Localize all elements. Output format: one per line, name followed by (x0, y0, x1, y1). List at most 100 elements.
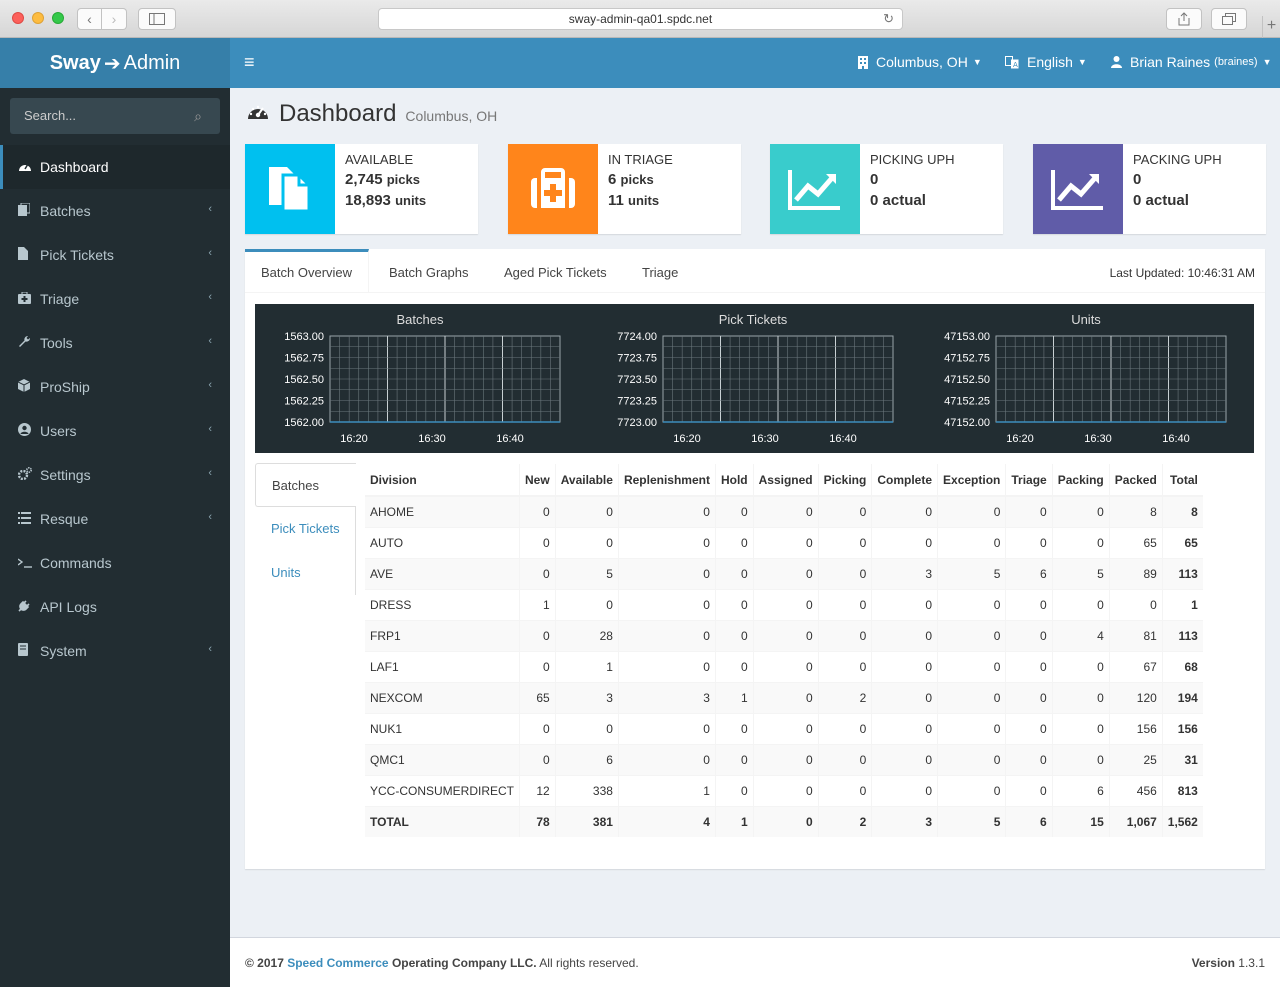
value-cell: 78 (519, 805, 556, 837)
tab-aged-pick-tickets[interactable]: Aged Pick Tickets (488, 249, 623, 293)
location-dropdown[interactable]: Columbus, OH ▼ (858, 54, 982, 70)
y-tick-label: 7723.00 (617, 417, 657, 429)
column-header[interactable]: Replenishment (617, 464, 716, 497)
tab-batch-overview[interactable]: Batch Overview (245, 249, 370, 293)
top-navbar: ≡ Columbus, OH ▼ A English ▼ Brian Raine… (230, 38, 1280, 88)
menu-toggle-icon[interactable]: ≡ (244, 53, 255, 71)
division-cell: LAF1 (365, 650, 520, 682)
caret-down-icon: ▼ (972, 57, 982, 67)
y-tick-label: 7723.25 (617, 396, 657, 408)
value-cell: 0 (752, 588, 819, 620)
value-cell: 0 (1051, 712, 1110, 744)
value-cell: 0 (937, 650, 1006, 682)
caret-down-icon: ▼ (1262, 57, 1272, 67)
chart-title: Units (1071, 312, 1101, 327)
info-box-line2-value: 11 (608, 192, 624, 209)
tabs-icon (1222, 13, 1236, 25)
line-chart-icon (770, 144, 860, 234)
column-header[interactable]: Hold (714, 464, 754, 497)
column-header[interactable]: Exception (937, 464, 1006, 497)
sidebar-item-pick-tickets[interactable]: Pick Tickets ‹ (0, 233, 230, 277)
sidebar-item-batches[interactable]: Batches ‹ (0, 189, 230, 233)
version: Version 1.3.1 (1192, 956, 1265, 970)
sidebar-icon (149, 13, 165, 25)
chevron-left-icon: ‹ (208, 247, 212, 259)
value-cell: 6 (1005, 557, 1053, 589)
info-box-line1: 0 (1133, 171, 1222, 188)
chevron-left-icon: ‹ (208, 291, 212, 303)
vtab-units[interactable]: Units (255, 551, 356, 595)
y-tick-label: 47152.25 (944, 396, 990, 408)
x-tick-label: 16:20 (1006, 433, 1034, 445)
division-cell: AHOME (365, 495, 520, 527)
column-header[interactable]: Division (365, 464, 520, 497)
value-cell: 0 (1005, 619, 1053, 651)
sidebar-item-resque[interactable]: Resque ‹ (0, 497, 230, 541)
column-header[interactable]: Total (1161, 464, 1203, 497)
value-cell: 156 (1161, 712, 1203, 744)
language-dropdown[interactable]: A English ▼ (1005, 54, 1087, 70)
table-row: NEXCOM 65 3 3 1 0 2 0 0 0 0 120 194 (365, 681, 1203, 713)
app-logo[interactable]: Sway ➔ Admin (0, 38, 230, 88)
column-header[interactable]: New (519, 464, 556, 497)
sidebar-item-settings[interactable]: Settings ‹ (0, 453, 230, 497)
value-cell: 0 (937, 712, 1006, 744)
sidebar-item-dashboard[interactable]: Dashboard (0, 145, 230, 189)
value-cell: 0 (519, 557, 556, 589)
sidebar-item-proship[interactable]: ProShip ‹ (0, 365, 230, 409)
x-tick-label: 16:40 (1162, 433, 1190, 445)
info-box-label: AVAILABLE (345, 152, 414, 167)
y-tick-label: 7724.00 (617, 331, 657, 343)
column-header[interactable]: Packed (1108, 464, 1163, 497)
table-row: AHOME 0 0 0 0 0 0 0 0 0 0 8 8 (365, 495, 1203, 527)
version-value: 1.3.1 (1238, 956, 1265, 970)
column-header[interactable]: Complete (871, 464, 938, 497)
forward-button[interactable]: › (102, 8, 127, 30)
value-cell: 3 (554, 681, 619, 713)
dashboard-icon (18, 160, 40, 175)
close-window-button[interactable] (12, 12, 24, 24)
column-header[interactable]: Assigned (752, 464, 819, 497)
sidebar-item-system[interactable]: System ‹ (0, 629, 230, 673)
sidebar-item-commands[interactable]: Commands (0, 541, 230, 585)
chevron-left-icon: ‹ (208, 423, 212, 435)
sidebar-item-tools[interactable]: Tools ‹ (0, 321, 230, 365)
value-cell: 0 (752, 743, 819, 775)
company-link[interactable]: Speed Commerce (287, 956, 388, 970)
value-cell: 4 (1051, 619, 1110, 651)
table-row: DRESS 1 0 0 0 0 0 0 0 0 0 0 1 (365, 588, 1203, 620)
medkit-icon (18, 291, 40, 307)
address-bar[interactable]: sway-admin-qa01.spdc.net ↻ (378, 8, 903, 30)
sidebar-search-input[interactable]: Search... ⌕ (10, 98, 220, 134)
column-header[interactable]: Triage (1005, 464, 1053, 497)
sidebar-item-users[interactable]: Users ‹ (0, 409, 230, 453)
caret-down-icon: ▼ (1077, 57, 1087, 67)
back-button[interactable]: ‹ (77, 8, 102, 30)
minimize-window-button[interactable] (32, 12, 44, 24)
column-header[interactable]: Packing (1051, 464, 1110, 497)
value-cell: 6 (554, 743, 619, 775)
value-cell: 0 (554, 588, 619, 620)
vtab-pick-tickets[interactable]: Pick Tickets (255, 507, 356, 551)
value-cell: 1 (554, 650, 619, 682)
division-table: Division New Available Replenishment Hold Ass… (365, 464, 1203, 837)
new-tab-button[interactable]: + (1262, 16, 1280, 38)
chevron-left-icon: ‹ (87, 11, 92, 27)
show-tabs-button[interactable] (1211, 8, 1247, 30)
value-cell: 0 (519, 495, 556, 527)
zoom-window-button[interactable] (52, 12, 64, 24)
vtab-batches[interactable]: Batches (255, 463, 356, 507)
user-menu[interactable]: Brian Raines (braines) ▼ (1111, 54, 1271, 70)
sidebar-item-triage[interactable]: Triage ‹ (0, 277, 230, 321)
tab-triage[interactable]: Triage (626, 249, 694, 293)
column-header[interactable]: Available (554, 464, 619, 497)
column-header[interactable]: Picking (817, 464, 872, 497)
value-cell: 0 (937, 681, 1006, 713)
share-button[interactable] (1166, 8, 1202, 30)
tab-batch-graphs[interactable]: Batch Graphs (373, 249, 485, 293)
search-icon[interactable]: ⌕ (194, 98, 202, 134)
sidebar-item-api-logs[interactable]: API Logs (0, 585, 230, 629)
browser-sidebar-button[interactable] (138, 8, 176, 30)
value-cell: 0 (554, 712, 619, 744)
reload-icon[interactable]: ↻ (883, 9, 894, 29)
